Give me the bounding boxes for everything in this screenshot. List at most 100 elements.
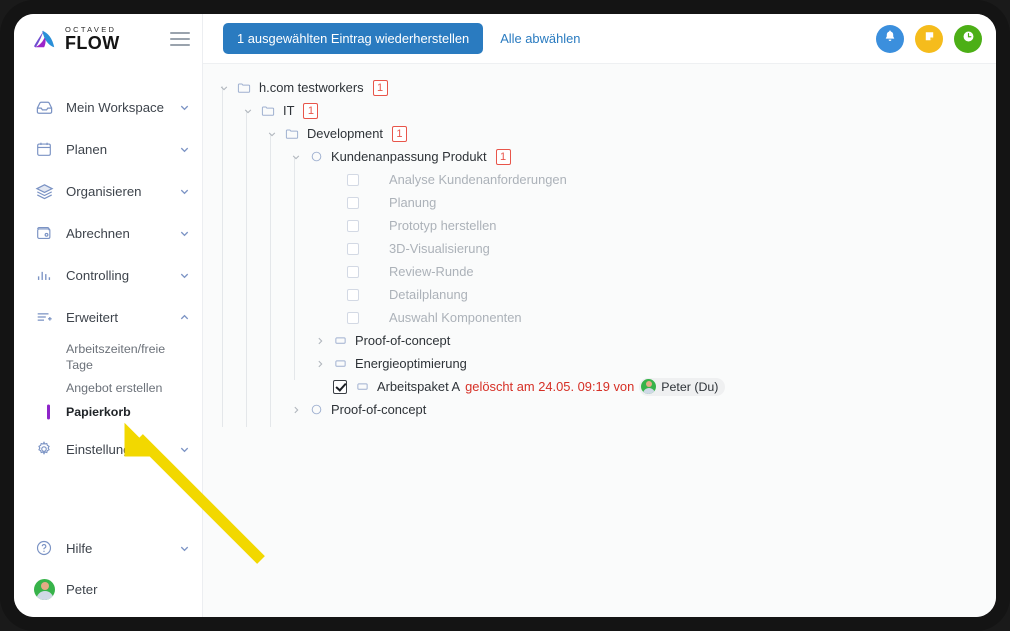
count-badge: 1 (303, 102, 319, 119)
tree-toggle-placeholder (327, 265, 341, 279)
row-checkbox[interactable] (347, 265, 359, 278)
chevron-down-icon[interactable] (241, 104, 255, 118)
tree-row[interactable]: Planung (203, 191, 996, 214)
count-badge: 1 (495, 148, 511, 165)
tree-toggle-placeholder (313, 380, 327, 394)
tree-row[interactable]: Arbeitspaket A gelöscht am 24.05. 09:19 v… (203, 375, 996, 398)
chevron-right-icon[interactable] (313, 334, 327, 348)
tree-row[interactable]: Development 1 (203, 122, 996, 145)
sidebar-item-abrechnen[interactable]: Abrechnen (14, 212, 202, 254)
time-tracking-button[interactable] (954, 24, 982, 53)
calendar-icon (34, 139, 54, 159)
sidebar-item-erweitert[interactable]: Erweitert (14, 296, 202, 338)
restore-selected-button[interactable]: 1 ausgewählten Eintrag wiederherstellen (223, 23, 484, 54)
app-window: OCTAVED FLOW Mein Workspace Planen Organ… (14, 14, 996, 617)
brand-row: OCTAVED FLOW (14, 14, 202, 64)
hamburger-icon[interactable] (170, 32, 190, 46)
row-checkbox-checked[interactable] (333, 379, 347, 394)
tree-row[interactable]: Auswahl Komponenten (203, 306, 996, 329)
tree-row-label: h.com testworkers (259, 80, 364, 95)
screen-frame: OCTAVED FLOW Mein Workspace Planen Organ… (0, 0, 1010, 631)
question-circle-icon (34, 538, 54, 558)
notes-button[interactable] (915, 24, 943, 53)
tree-row-list: h.com testworkers 1 IT 1 Development 1 Kundena… (203, 76, 996, 421)
tree-row-label: IT (283, 103, 295, 118)
tree-row[interactable]: IT 1 (203, 99, 996, 122)
sidebar-subitem-arbeitszeiten[interactable]: Arbeitszeiten/freie Tage (14, 338, 202, 376)
deselect-all-link[interactable]: Alle abwählen (500, 31, 580, 46)
chevron-down-icon[interactable] (178, 101, 190, 113)
tree-toggle-placeholder (327, 173, 341, 187)
chevron-down-icon[interactable] (217, 81, 231, 95)
sidebar-item-hilfe[interactable]: Hilfe (14, 527, 202, 569)
tree-row[interactable]: h.com testworkers 1 (203, 76, 996, 99)
tree-row-label: Proof-of-concept (331, 402, 427, 417)
sidebar-user-name: Peter (66, 581, 98, 597)
chevron-down-icon[interactable] (178, 443, 190, 455)
sidebar-item-label: Hilfe (66, 540, 93, 556)
circle-icon (309, 150, 323, 164)
sidebar-user-row[interactable]: Peter (14, 569, 202, 609)
tree-row[interactable]: Proof-of-concept (203, 329, 996, 352)
sidebar-item-mein-workspace[interactable]: Mein Workspace (14, 86, 202, 128)
tree-row-label: Kundenanpassung Produkt (331, 149, 487, 164)
tree-toggle-placeholder (327, 196, 341, 210)
layers-icon (34, 181, 54, 201)
sidebar-item-label: Abrechnen (66, 225, 130, 241)
chevron-down-icon[interactable] (178, 227, 190, 239)
tree-row[interactable]: Proof-of-concept (203, 398, 996, 421)
tree-row[interactable]: Kundenanpassung Produkt 1 (203, 145, 996, 168)
deleted-by-user-chip[interactable]: Peter (Du) (639, 377, 726, 396)
chevron-down-icon[interactable] (178, 542, 190, 554)
tree-row[interactable]: Prototyp herstellen (203, 214, 996, 237)
bell-icon (883, 29, 897, 48)
sidebar-subitem-papierkorb[interactable]: Papierkorb (14, 400, 202, 424)
chevron-up-icon[interactable] (178, 311, 190, 323)
sidebar-item-planen[interactable]: Planen (14, 128, 202, 170)
chevron-right-icon[interactable] (313, 357, 327, 371)
task-icon (333, 357, 347, 371)
tree-row[interactable]: 3D-Visualisierung (203, 237, 996, 260)
notifications-button[interactable] (876, 24, 904, 53)
sidebar-item-label: Organisieren (66, 183, 142, 199)
gear-icon (34, 439, 54, 459)
row-checkbox[interactable] (347, 311, 359, 324)
inbox-icon (34, 97, 54, 117)
sidebar: OCTAVED FLOW Mein Workspace Planen Organ… (14, 14, 203, 617)
chevron-right-icon[interactable] (289, 403, 303, 417)
tree-row-label: Energieoptimierung (355, 356, 467, 371)
row-checkbox[interactable] (347, 288, 359, 301)
trash-tree: h.com testworkers 1 IT 1 Development 1 Kundena… (203, 64, 996, 617)
chevron-down-icon[interactable] (289, 150, 303, 164)
row-checkbox[interactable] (347, 242, 359, 255)
row-checkbox[interactable] (347, 219, 359, 232)
brand-text: OCTAVED FLOW (65, 26, 120, 53)
chevron-down-icon[interactable] (178, 143, 190, 155)
brand-bottom-label: FLOW (65, 33, 120, 54)
task-icon (355, 380, 369, 394)
sidebar-item-controlling[interactable]: Controlling (14, 254, 202, 296)
chevron-down-icon[interactable] (178, 269, 190, 281)
folder-icon (285, 127, 299, 141)
tree-row-label: 3D-Visualisierung (389, 241, 490, 256)
octaved-flow-logo-icon (32, 27, 58, 51)
row-checkbox[interactable] (347, 196, 359, 209)
tree-row[interactable]: Energieoptimierung (203, 352, 996, 375)
chevron-down-icon[interactable] (265, 127, 279, 141)
sidebar-item-organisieren[interactable]: Organisieren (14, 170, 202, 212)
wallet-icon (34, 223, 54, 243)
sidebar-subitem-angebot-erstellen[interactable]: Angebot erstellen (14, 376, 202, 400)
deleted-by-user-name: Peter (Du) (661, 379, 719, 394)
chevron-down-icon[interactable] (178, 185, 190, 197)
tree-row[interactable]: Review-Runde (203, 260, 996, 283)
count-badge: 1 (372, 79, 388, 96)
row-checkbox[interactable] (347, 173, 359, 186)
tree-row-label: Arbeitspaket A (377, 379, 461, 394)
tree-row[interactable]: Analyse Kundenanforderungen (203, 168, 996, 191)
sidebar-item-label: Erweitert (66, 309, 119, 325)
sidebar-item-label: Mein Workspace (66, 99, 164, 115)
sidebar-item-einstellungen[interactable]: Einstellungen (14, 428, 202, 470)
tree-row-label: Analyse Kundenanforderungen (389, 172, 567, 187)
tree-toggle-placeholder (327, 219, 341, 233)
tree-row[interactable]: Detailplanung (203, 283, 996, 306)
